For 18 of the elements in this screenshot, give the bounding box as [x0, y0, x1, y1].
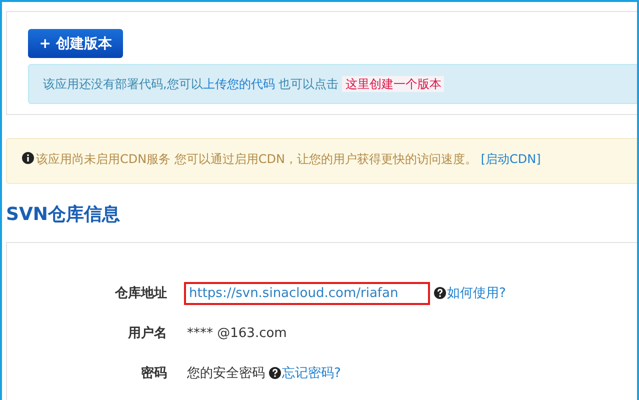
- help-icon: [434, 287, 446, 299]
- info-icon: [22, 152, 34, 164]
- repo-url-field[interactable]: https://svn.sinacloud.com/riafan: [184, 282, 430, 304]
- deploy-notice-text: 该应用还没有部署代码,您可以上传您的代码 也可以点击 这里创建一个版本: [43, 76, 444, 92]
- upload-code-link[interactable]: 上传您的代码: [202, 77, 275, 91]
- create-version-button[interactable]: + 创建版本: [28, 29, 123, 58]
- section-title: SVN仓库信息: [6, 204, 121, 226]
- field-label: 密码: [140, 364, 167, 382]
- field-label: 仓库地址: [114, 284, 167, 302]
- create-version-link[interactable]: 这里创建一个版本: [342, 76, 444, 92]
- cdn-notice-text: 该应用尚未启用CDN服务 您可以通过启用CDN，让您的用户获得更快的访问速度。 [启动CDN]: [36, 151, 541, 168]
- help-link[interactable]: 如何使用?: [447, 284, 506, 302]
- field-value: 您的安全密码: [187, 365, 265, 382]
- field-value: **** @163.com: [187, 326, 287, 340]
- field-label: 用户名: [126, 324, 167, 342]
- enable-cdn-link[interactable]: [启动CDN]: [480, 152, 541, 166]
- help-icon: [269, 367, 281, 379]
- help-link[interactable]: 忘记密码?: [282, 364, 341, 382]
